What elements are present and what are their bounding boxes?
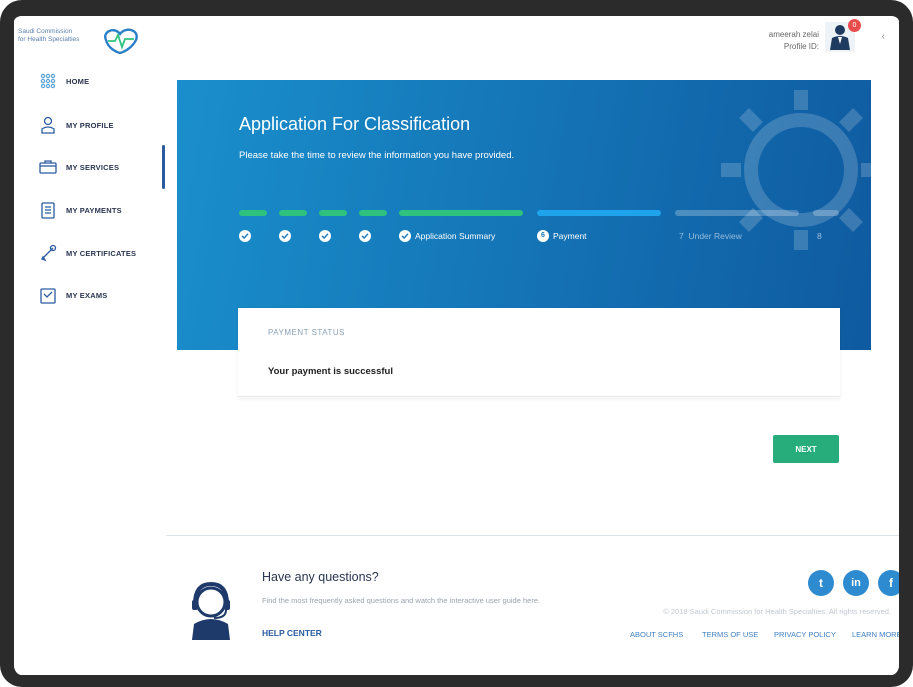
step-2-check-icon [279,230,291,242]
step-4-check-icon [359,230,371,242]
device-frame: Saudi Commission for Health Specialties … [0,0,913,687]
grid-icon [38,71,58,91]
step-7-number: 7 [679,231,684,241]
scfhs-logo-icon [104,28,138,54]
questions-text: Find the most frequently asked questions… [262,596,541,605]
footer-link-privacy[interactable]: PRIVACY POLICY [774,630,836,639]
step-8-label: 8 [817,231,822,241]
services-icon [38,157,58,177]
sidebar-item-label: MY EXAMS [66,290,108,300]
footer-divider [166,535,899,536]
support-agent-icon [192,581,230,640]
step-7-bar [675,210,799,216]
sidebar-item-my-exams[interactable]: MY EXAMS [38,284,107,306]
payment-status-card: PAYMENT STATUS Your payment is successfu… [238,308,840,398]
notification-badge[interactable]: 0 [848,19,861,32]
twitter-icon[interactable]: t [808,570,834,596]
logo-line-2: for Health Specialties [18,36,80,43]
payment-status-message: Your payment is successful [268,366,393,377]
payment-status-title: PAYMENT STATUS [268,328,345,337]
sidebar-item-label: HOME [66,76,90,86]
profile-icon [38,115,58,135]
step-1-check-icon [239,230,251,242]
next-button[interactable]: NEXT [773,435,839,463]
step-3-check-icon [319,230,331,242]
linkedin-icon[interactable]: in [843,570,869,596]
step-5-label: Application Summary [415,231,496,241]
facebook-icon[interactable]: f [878,570,899,596]
logo-line-1: Saudi Commission [18,28,73,35]
sidebar-item-label: MY CERTIFICATES [66,248,137,258]
step-6-text: Payment [553,231,587,241]
step-3-bar [319,210,347,216]
user-menu[interactable]: ameerah zelai Profile ID: 0 ‹ [689,19,889,66]
sidebar-item-my-services[interactable]: MY SERVICES [38,156,119,178]
step-8-bar [813,210,839,216]
footer-link-about[interactable]: ABOUT SCFHS [630,630,683,639]
app-screen: Saudi Commission for Health Specialties … [14,16,899,675]
step-1-bar [239,210,267,216]
footer-link-learn-more[interactable]: LEARN MORE [852,630,899,639]
help-center-link[interactable]: HELP CENTER [262,628,322,638]
sidebar-item-my-profile[interactable]: MY PROFILE [38,114,114,136]
exams-icon [38,285,58,305]
page-subtitle: Please take the time to review the infor… [239,150,515,161]
footer-link-terms[interactable]: TERMS OF USE [702,630,758,639]
questions-title: Have any questions? [262,570,379,584]
sidebar-item-label: MY PROFILE [66,120,114,130]
step-6-label: 6 Payment [537,230,587,242]
user-name: ameerah zelai [768,30,819,39]
payments-icon [38,200,58,220]
sidebar-item-label: MY SERVICES [66,162,120,172]
certificates-icon [38,243,58,263]
step-4-bar [359,210,387,216]
sidebar-item-label: MY PAYMENTS [66,205,122,215]
sidebar-item-my-payments[interactable]: MY PAYMENTS [38,199,122,221]
step-6-bar [537,210,661,216]
step-6-number: 6 [537,230,549,242]
scfhs-logo[interactable]: Saudi Commission for Health Specialties [18,26,148,56]
step-5-bar [399,210,523,216]
sidebar-item-my-certificates[interactable]: MY CERTIFICATES [38,242,136,264]
copyright-text: © 2018 Saudi Commission for Health Speci… [663,607,891,616]
step-7-label: 7 Under Review [679,230,742,242]
chevron-left-icon[interactable]: ‹ [882,31,885,42]
active-indicator [162,145,165,189]
page-title: Application For Classification [239,114,471,134]
step-2-bar [279,210,307,216]
logo-text: Saudi Commission for Health Specialties [18,28,98,44]
sidebar-item-home[interactable]: HOME [38,70,89,92]
step-7-text: Under Review [688,231,742,241]
step-5-check-icon [399,230,411,242]
divider [238,396,840,397]
profile-id: Profile ID: [783,42,819,51]
